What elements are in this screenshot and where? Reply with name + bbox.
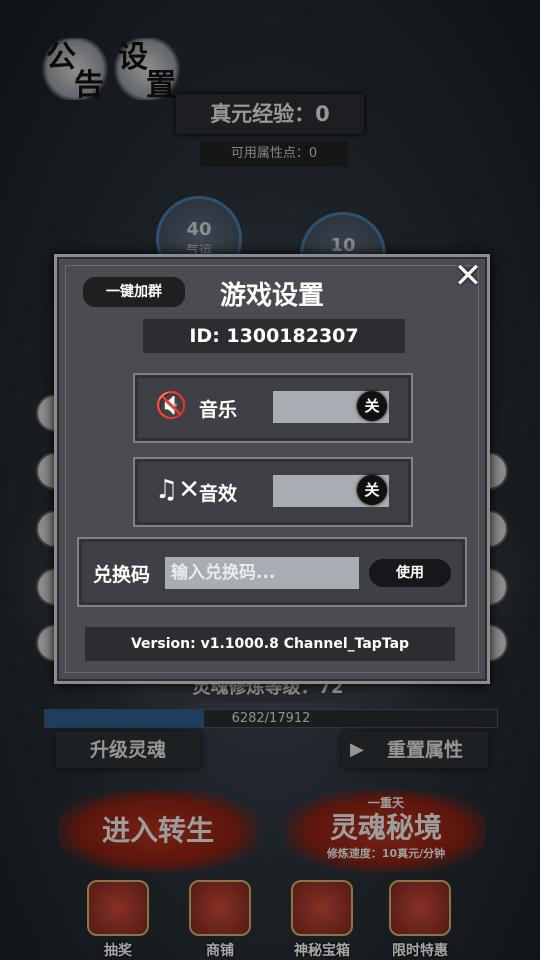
close-icon[interactable]: ✕: [453, 259, 483, 293]
game-settings-dialog: 一键加群 游戏设置 ✕ ID: 1300182307 🔇 音乐 关 ♫✕ 音效 …: [54, 254, 490, 684]
sfx-setting-row: ♫✕ 音效 关: [133, 457, 413, 527]
music-note-muted-icon: ♫✕: [155, 475, 201, 505]
sfx-label: 音效: [199, 483, 238, 505]
music-toggle[interactable]: 关: [273, 391, 389, 423]
version-info: Version: v1.1000.8 Channel_TapTap: [85, 627, 455, 661]
redeem-code-row: 兑换码 使用: [77, 537, 467, 607]
redeem-label: 兑换码: [93, 564, 151, 586]
use-code-button[interactable]: 使用: [369, 559, 451, 587]
music-toggle-knob: 关: [357, 391, 387, 421]
speaker-muted-icon: 🔇: [155, 391, 188, 421]
sfx-toggle[interactable]: 关: [273, 475, 389, 507]
music-setting-row: 🔇 音乐 关: [133, 373, 413, 443]
sfx-toggle-knob: 关: [357, 475, 387, 505]
music-label: 音乐: [199, 399, 238, 421]
player-id: ID: 1300182307: [143, 319, 405, 353]
redeem-code-input[interactable]: [165, 557, 359, 589]
dialog-title: 游戏设置: [219, 281, 324, 311]
